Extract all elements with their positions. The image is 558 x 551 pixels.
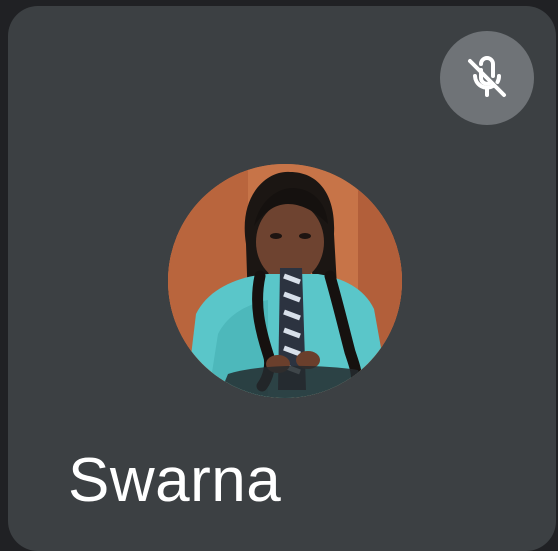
mic-off-icon (457, 48, 517, 108)
participant-tile[interactable]: Swarna (8, 6, 556, 551)
mic-muted-indicator[interactable] (440, 31, 534, 125)
participant-name: Swarna (68, 446, 282, 515)
participant-avatar (168, 164, 402, 398)
